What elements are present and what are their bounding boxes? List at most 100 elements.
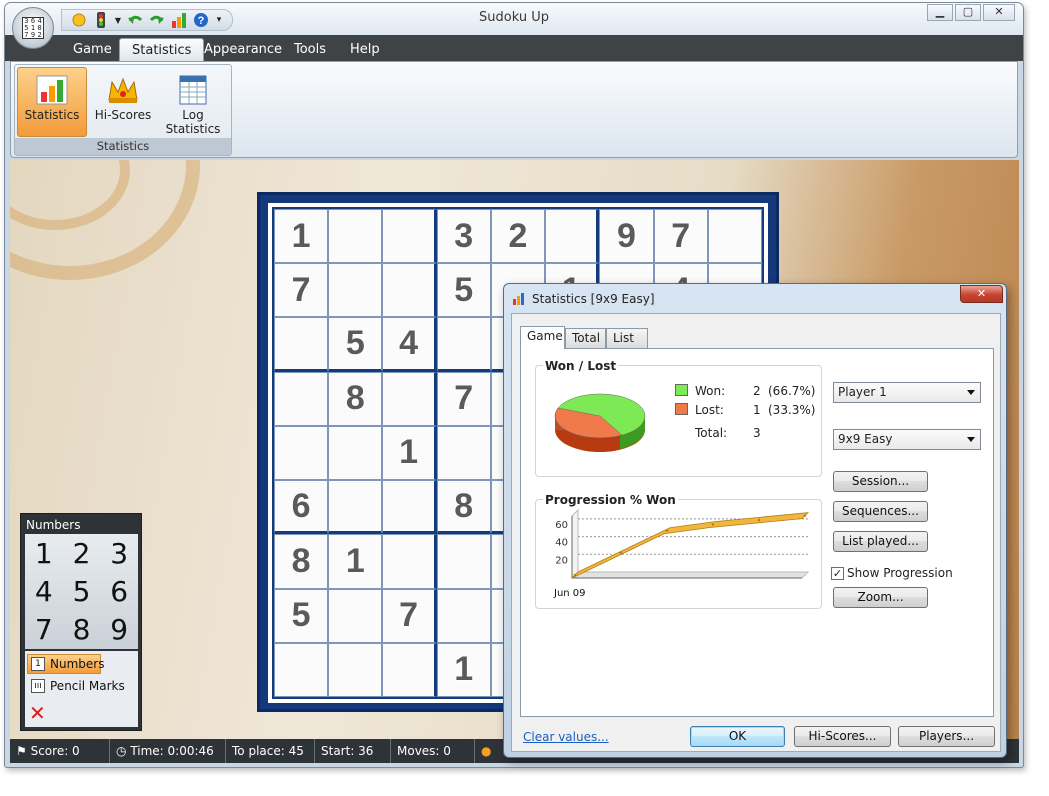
number-key[interactable]: 5 xyxy=(63,572,101,610)
sudoku-cell[interactable] xyxy=(382,371,437,426)
sudoku-cell[interactable]: 7 xyxy=(382,588,437,643)
sudoku-cell[interactable] xyxy=(382,209,437,264)
session-button[interactable]: Session... xyxy=(833,471,928,492)
sudoku-cell[interactable]: 2 xyxy=(490,209,546,264)
number-key[interactable]: 8 xyxy=(63,611,101,649)
sudoku-cell[interactable] xyxy=(436,588,491,643)
sudoku-cell[interactable]: 5 xyxy=(328,317,383,372)
ribbon: Statistics Hi-Scores Log Statistics Stat… xyxy=(10,61,1018,158)
number-key[interactable]: 3 xyxy=(100,534,138,572)
number-key[interactable]: 9 xyxy=(100,611,138,649)
sudoku-cell[interactable]: 1 xyxy=(436,642,491,697)
sequences-button[interactable]: Sequences... xyxy=(833,501,928,522)
number-key[interactable]: 2 xyxy=(63,534,101,572)
number-key[interactable]: 7 xyxy=(25,611,63,649)
tab-appearance[interactable]: Appearance xyxy=(192,38,294,61)
tab-tools[interactable]: Tools xyxy=(282,38,338,61)
sudoku-cell[interactable]: 1 xyxy=(274,209,329,264)
list-played-button[interactable]: List played... xyxy=(833,531,928,552)
sudoku-cell[interactable] xyxy=(382,263,437,318)
hi-scores-ribbon-button[interactable]: Hi-Scores xyxy=(88,67,158,137)
sudoku-cell[interactable] xyxy=(274,425,329,481)
maximize-button[interactable]: ▢ xyxy=(955,4,981,21)
clear-values-link[interactable]: Clear values... xyxy=(523,730,609,744)
sudoku-cell[interactable]: 1 xyxy=(382,425,437,481)
sudoku-cell[interactable]: 7 xyxy=(653,209,708,264)
sudoku-cell[interactable] xyxy=(328,642,383,697)
sudoku-cell[interactable]: 1 xyxy=(328,534,383,589)
chart-floor xyxy=(570,571,810,579)
app-menu-orb[interactable]: 364518792 xyxy=(12,7,54,49)
pencil-marks-option[interactable]: ııı Pencil Marks xyxy=(27,676,135,696)
y-tick-label: 20 xyxy=(555,555,568,566)
sudoku-cell[interactable] xyxy=(382,480,437,535)
sudoku-cell[interactable] xyxy=(707,209,762,264)
sudoku-cell[interactable]: 8 xyxy=(436,480,491,535)
clock-icon: ◷ xyxy=(116,744,127,758)
number-key[interactable]: 6 xyxy=(100,572,138,610)
sudoku-cell[interactable]: 5 xyxy=(274,588,329,643)
total-count: 3 xyxy=(753,426,761,440)
sudoku-cell[interactable]: 7 xyxy=(274,263,329,318)
hi-scores-button[interactable]: Hi-Scores... xyxy=(794,726,891,747)
progression-point xyxy=(711,523,715,526)
minimize-button[interactable]: ▁ xyxy=(927,4,953,21)
tab-list-stats[interactable]: List xyxy=(606,328,648,348)
tab-game[interactable]: Game xyxy=(61,38,124,61)
sudoku-cell[interactable]: 8 xyxy=(274,534,329,589)
sudoku-cell[interactable] xyxy=(274,371,329,426)
undo-arrow-icon[interactable] xyxy=(126,11,144,29)
sudoku-cell[interactable]: 5 xyxy=(436,263,491,318)
statistics-ribbon-button[interactable]: Statistics xyxy=(17,67,87,137)
sudoku-cell[interactable]: 7 xyxy=(436,371,491,426)
tab-total-stats[interactable]: Total xyxy=(565,328,606,348)
sudoku-cell[interactable] xyxy=(545,209,600,264)
progression-point xyxy=(665,529,669,532)
clear-cell-icon[interactable]: ✕ xyxy=(29,701,46,725)
player-select-value: Player 1 xyxy=(838,385,887,399)
sudoku-cell[interactable] xyxy=(382,534,437,589)
bar-chart-icon[interactable] xyxy=(170,11,188,29)
statistics-group: Statistics Hi-Scores Log Statistics Stat… xyxy=(14,64,232,156)
sun-icon[interactable] xyxy=(70,11,88,29)
progression-area xyxy=(571,512,810,579)
ok-button[interactable]: OK xyxy=(690,726,785,747)
number-key[interactable]: 1 xyxy=(25,534,63,572)
sudoku-cell[interactable] xyxy=(328,209,383,264)
sudoku-cell[interactable] xyxy=(274,642,329,697)
dialog-close-button[interactable]: ✕ xyxy=(960,285,1003,303)
sudoku-cell[interactable] xyxy=(328,263,383,318)
sudoku-cell[interactable]: 8 xyxy=(328,371,383,426)
show-progression-checkbox[interactable]: ✓ xyxy=(831,567,844,580)
close-button[interactable]: ✕ xyxy=(983,4,1015,21)
sudoku-cell[interactable] xyxy=(436,317,491,372)
chevron-down-icon[interactable]: ▼ xyxy=(114,11,122,29)
help-icon[interactable]: ? xyxy=(192,11,210,29)
traffic-light-icon[interactable] xyxy=(92,11,110,29)
zoom-button[interactable]: Zoom... xyxy=(833,587,928,608)
sudoku-cell[interactable] xyxy=(436,534,491,589)
sudoku-cell[interactable]: 4 xyxy=(382,317,437,372)
sudoku-cell[interactable]: 3 xyxy=(436,209,491,264)
sudoku-cell[interactable] xyxy=(274,317,329,372)
difficulty-select[interactable]: 9x9 Easy xyxy=(833,429,981,450)
tab-help[interactable]: Help xyxy=(338,38,392,61)
sudoku-cell[interactable] xyxy=(328,480,383,535)
tab-game-stats[interactable]: Game xyxy=(520,326,565,349)
customize-dropdown-icon[interactable]: ▾ xyxy=(214,11,224,29)
won-lost-box: Won / Lost Won: 2 (66.7%) Lost: 1 (33.3%… xyxy=(535,359,822,477)
sudoku-cell[interactable] xyxy=(382,642,437,697)
sudoku-cell[interactable]: 6 xyxy=(274,480,329,535)
log-statistics-ribbon-button[interactable]: Log Statistics xyxy=(158,67,228,137)
numbers-mode-option[interactable]: 1 Numbers xyxy=(27,654,104,674)
redo-arrow-icon[interactable] xyxy=(148,11,166,29)
player-select[interactable]: Player 1 xyxy=(833,382,981,403)
progression-point xyxy=(573,573,577,577)
sudoku-cell[interactable]: 9 xyxy=(599,209,654,264)
sudoku-cell[interactable] xyxy=(328,425,383,481)
sudoku-cell[interactable] xyxy=(436,425,491,481)
won-legend-swatch xyxy=(675,384,688,396)
sudoku-cell[interactable] xyxy=(328,588,383,643)
number-key[interactable]: 4 xyxy=(25,572,63,610)
players-button[interactable]: Players... xyxy=(898,726,995,747)
